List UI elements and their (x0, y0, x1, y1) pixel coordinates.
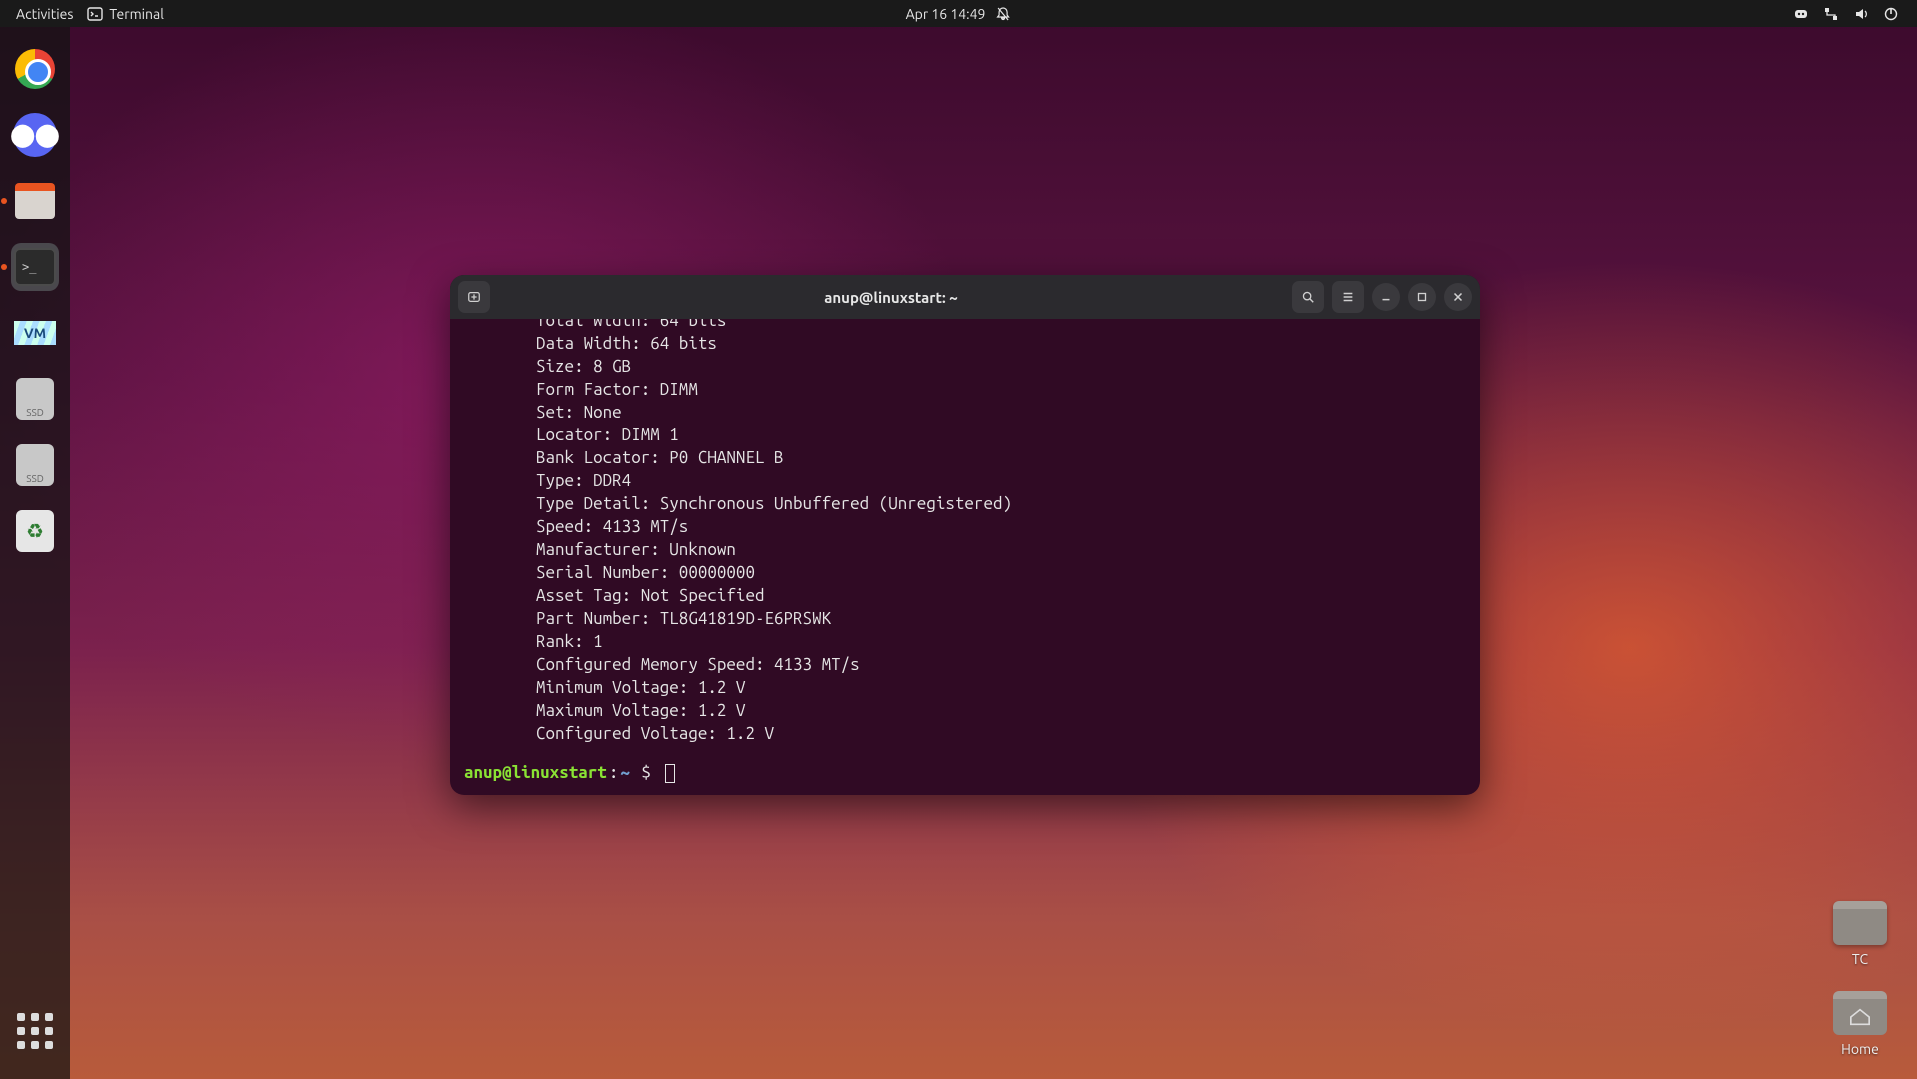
dock-item-virtualbox[interactable]: VM (11, 309, 59, 357)
terminal-line: Minimum Voltage: 1.2 V (464, 677, 1466, 700)
minimize-button[interactable] (1372, 283, 1400, 311)
terminal-line: Manufacturer: Unknown (464, 539, 1466, 562)
terminal-prompt[interactable]: anup@linuxstart:~ $ (464, 762, 1466, 785)
terminal-line: Type: DDR4 (464, 470, 1466, 493)
chrome-icon (15, 49, 55, 89)
virtualbox-icon: VM (14, 321, 56, 345)
prompt-path: ~ (620, 762, 630, 785)
terminal-body[interactable]: Handle 0x001E, DMI type 17, 40 bytesMemo… (450, 319, 1480, 795)
dock-item-disk1[interactable]: SSD (11, 375, 59, 423)
top-panel: Activities Terminal Apr 16 14:49 (0, 0, 1917, 27)
do-not-disturb-icon[interactable] (995, 6, 1011, 22)
files-icon (15, 183, 55, 219)
dock-item-disk2[interactable]: SSD (11, 441, 59, 489)
terminal-line: Maximum Voltage: 1.2 V (464, 700, 1466, 723)
terminal-line: Total Width: 64 bits (464, 319, 1466, 333)
dock-item-files[interactable] (11, 177, 59, 225)
dock-item-trash[interactable]: ♻ (11, 507, 59, 555)
search-button[interactable] (1292, 281, 1324, 313)
discord-tray-icon[interactable] (1793, 6, 1809, 22)
desktop-icon-home[interactable]: Home (1833, 991, 1887, 1057)
terminal-line: Size: 8 GB (464, 356, 1466, 379)
terminal-line: Part Number: TL8G41819D-E6PRSWK (464, 608, 1466, 631)
home-folder-icon (1833, 991, 1887, 1035)
prompt-dollar: $ (632, 762, 661, 785)
terminal-line: Configured Memory Speed: 4133 MT/s (464, 654, 1466, 677)
volume-icon[interactable] (1853, 6, 1869, 22)
wired-network-icon[interactable] (1823, 6, 1839, 22)
prompt-colon: : (609, 762, 619, 785)
clock[interactable]: Apr 16 14:49 (906, 6, 986, 22)
power-icon[interactable] (1883, 6, 1899, 22)
dock: ⬤⬤ >_ VM SSD SSD ♻ (0, 27, 70, 1079)
terminal-line: Data Width: 64 bits (464, 333, 1466, 356)
terminal-line: Bank Locator: P0 CHANNEL B (464, 447, 1466, 470)
folder-icon (1833, 901, 1887, 945)
desktop-icon-tc[interactable]: TC (1833, 901, 1887, 967)
terminal-line: Rank: 1 (464, 631, 1466, 654)
terminal-line: Form Factor: DIMM (464, 379, 1466, 402)
terminal-line: Speed: 4133 MT/s (464, 516, 1466, 539)
terminal-line: Locator: DIMM 1 (464, 424, 1466, 447)
terminal-icon: >_ (14, 248, 56, 286)
terminal-titlebar[interactable]: anup@linuxstart: ~ (450, 275, 1480, 319)
new-tab-button[interactable] (458, 281, 490, 313)
maximize-button[interactable] (1408, 283, 1436, 311)
close-button[interactable] (1444, 283, 1472, 311)
discord-icon: ⬤⬤ (13, 113, 57, 157)
terminal-line: Set: None (464, 402, 1466, 425)
dock-item-terminal[interactable]: >_ (11, 243, 59, 291)
dock-item-chrome[interactable] (11, 45, 59, 93)
desktop-icons: TC Home (1833, 901, 1887, 1057)
app-menu-label: Terminal (109, 6, 164, 22)
trash-icon: ♻ (16, 510, 54, 552)
activities-button[interactable]: Activities (16, 6, 73, 22)
app-menu[interactable]: Terminal (87, 6, 164, 22)
terminal-line: Type Detail: Synchronous Unbuffered (Unr… (464, 493, 1466, 516)
terminal-cursor (665, 764, 675, 783)
terminal-line: Configured Voltage: 1.2 V (464, 723, 1466, 746)
ssd-icon: SSD (16, 444, 54, 486)
terminal-appindicator-icon (87, 6, 103, 22)
hamburger-menu-button[interactable] (1332, 281, 1364, 313)
terminal-line: Asset Tag: Not Specified (464, 585, 1466, 608)
desktop-icon-label: TC (1852, 951, 1868, 967)
prompt-userhost: anup@linuxstart (464, 762, 607, 785)
show-applications-button[interactable] (11, 1007, 59, 1055)
dock-item-discord[interactable]: ⬤⬤ (11, 111, 59, 159)
ssd-icon: SSD (16, 378, 54, 420)
terminal-window: anup@linuxstart: ~ Handle 0x001E, DMI ty… (450, 275, 1480, 795)
desktop-icon-label: Home (1841, 1041, 1879, 1057)
terminal-title: anup@linuxstart: ~ (496, 289, 1286, 306)
terminal-line: Serial Number: 00000000 (464, 562, 1466, 585)
